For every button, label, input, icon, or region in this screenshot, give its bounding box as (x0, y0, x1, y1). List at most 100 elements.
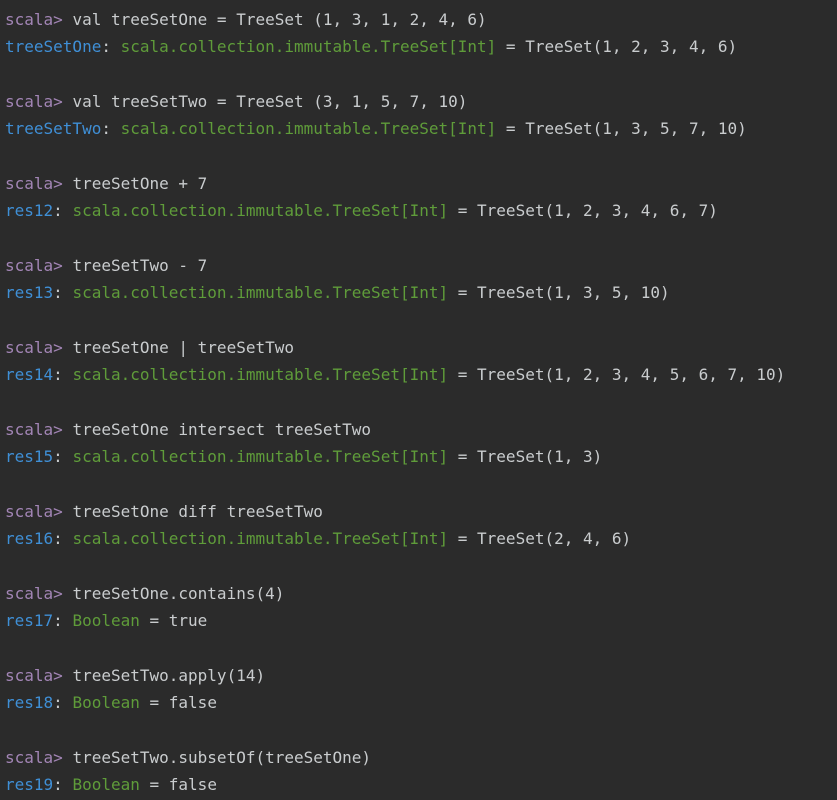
prompt-separator (63, 338, 73, 357)
prompt-label: scala> (5, 420, 63, 439)
result-line: res18: Boolean = false (5, 691, 217, 715)
equals-sign: = (448, 365, 478, 384)
equals-sign: = (448, 201, 478, 220)
command-line: scala> val treeSetOne = TreeSet (1, 3, 1… (5, 8, 487, 32)
equals-sign: = (448, 529, 478, 548)
prompt-label: scala> (5, 10, 63, 29)
type-separator: : (101, 37, 121, 56)
prompt-separator (63, 502, 73, 521)
equals-sign: = (139, 775, 169, 794)
result-name: treeSetTwo (5, 119, 102, 138)
result-name: res17 (5, 611, 54, 630)
prompt-label: scala> (5, 502, 63, 521)
result-name: res18 (5, 693, 54, 712)
result-line: treeSetOne: scala.collection.immutable.T… (5, 35, 737, 59)
command-text: treeSetOne | treeSetTwo (72, 338, 294, 357)
prompt-label: scala> (5, 666, 63, 685)
command-text: treeSetOne.contains(4) (72, 584, 285, 603)
type-separator: : (53, 201, 73, 220)
result-value: true (168, 611, 208, 630)
result-type: scala.collection.immutable.TreeSet[Int] (72, 283, 449, 302)
result-value: TreeSet(1, 3, 5, 7, 10) (525, 119, 747, 138)
result-value: TreeSet(1, 3, 5, 10) (477, 283, 670, 302)
result-line: res13: scala.collection.immutable.TreeSe… (5, 281, 670, 305)
result-type: scala.collection.immutable.TreeSet[Int] (120, 37, 497, 56)
type-separator: : (53, 283, 73, 302)
prompt-label: scala> (5, 92, 63, 111)
type-separator: : (53, 693, 73, 712)
prompt-label: scala> (5, 748, 63, 767)
result-value: TreeSet(1, 2, 3, 4, 5, 6, 7, 10) (477, 365, 786, 384)
prompt-separator (63, 174, 73, 193)
type-separator: : (53, 365, 73, 384)
result-type: scala.collection.immutable.TreeSet[Int] (72, 447, 449, 466)
result-type: scala.collection.immutable.TreeSet[Int] (72, 529, 449, 548)
result-name: res15 (5, 447, 54, 466)
prompt-label: scala> (5, 584, 63, 603)
command-text: treeSetTwo - 7 (72, 256, 208, 275)
command-line: scala> treeSetOne intersect treeSetTwo (5, 418, 371, 442)
result-line: res17: Boolean = true (5, 609, 207, 633)
prompt-label: scala> (5, 174, 63, 193)
result-type: scala.collection.immutable.TreeSet[Int] (72, 201, 449, 220)
command-line: scala> treeSetTwo - 7 (5, 254, 207, 278)
prompt-separator (63, 10, 73, 29)
equals-sign: = (448, 447, 478, 466)
result-value: TreeSet(1, 3) (477, 447, 603, 466)
prompt-separator (63, 256, 73, 275)
equals-sign: = (139, 693, 169, 712)
command-text: treeSetOne intersect treeSetTwo (72, 420, 372, 439)
type-separator: : (101, 119, 121, 138)
equals-sign: = (448, 283, 478, 302)
prompt-separator (63, 748, 73, 767)
command-text: treeSetOne + 7 (72, 174, 208, 193)
result-type: Boolean (72, 775, 140, 794)
command-line: scala> val treeSetTwo = TreeSet (3, 1, 5… (5, 90, 467, 114)
equals-sign: = (496, 119, 526, 138)
equals-sign: = (496, 37, 526, 56)
result-name: res19 (5, 775, 54, 794)
prompt-separator (63, 420, 73, 439)
prompt-label: scala> (5, 256, 63, 275)
prompt-separator (63, 666, 73, 685)
type-separator: : (53, 529, 73, 548)
result-line: treeSetTwo: scala.collection.immutable.T… (5, 117, 747, 141)
result-name: res12 (5, 201, 54, 220)
prompt-separator (63, 584, 73, 603)
command-text: treeSetOne diff treeSetTwo (72, 502, 323, 521)
result-line: res12: scala.collection.immutable.TreeSe… (5, 199, 718, 223)
result-value: TreeSet(1, 2, 3, 4, 6) (525, 37, 738, 56)
result-type: scala.collection.immutable.TreeSet[Int] (120, 119, 497, 138)
command-text: treeSetTwo.subsetOf(treeSetOne) (72, 748, 372, 767)
equals-sign: = (139, 611, 169, 630)
result-line: res16: scala.collection.immutable.TreeSe… (5, 527, 631, 551)
result-type: Boolean (72, 611, 140, 630)
command-line: scala> treeSetOne | treeSetTwo (5, 336, 294, 360)
result-line: res15: scala.collection.immutable.TreeSe… (5, 445, 602, 469)
prompt-label: scala> (5, 338, 63, 357)
result-value: TreeSet(2, 4, 6) (477, 529, 632, 548)
command-text: val treeSetTwo = TreeSet (3, 1, 5, 7, 10… (72, 92, 468, 111)
result-line: res19: Boolean = false (5, 773, 217, 797)
result-value: false (168, 693, 217, 712)
result-value: false (168, 775, 217, 794)
result-name: res16 (5, 529, 54, 548)
command-line: scala> treeSetTwo.subsetOf(treeSetOne) (5, 746, 371, 770)
command-line: scala> treeSetOne diff treeSetTwo (5, 500, 323, 524)
result-type: scala.collection.immutable.TreeSet[Int] (72, 365, 449, 384)
type-separator: : (53, 611, 73, 630)
result-name: res14 (5, 365, 54, 384)
scala-repl-console[interactable]: scala> val treeSetOne = TreeSet (1, 3, 1… (0, 0, 837, 800)
result-line: res14: scala.collection.immutable.TreeSe… (5, 363, 785, 387)
result-name: treeSetOne (5, 37, 102, 56)
command-line: scala> treeSetTwo.apply(14) (5, 664, 265, 688)
command-line: scala> treeSetOne + 7 (5, 172, 207, 196)
type-separator: : (53, 775, 73, 794)
result-value: TreeSet(1, 2, 3, 4, 6, 7) (477, 201, 718, 220)
result-type: Boolean (72, 693, 140, 712)
command-text: treeSetTwo.apply(14) (72, 666, 266, 685)
result-name: res13 (5, 283, 54, 302)
command-line: scala> treeSetOne.contains(4) (5, 582, 284, 606)
type-separator: : (53, 447, 73, 466)
prompt-separator (63, 92, 73, 111)
